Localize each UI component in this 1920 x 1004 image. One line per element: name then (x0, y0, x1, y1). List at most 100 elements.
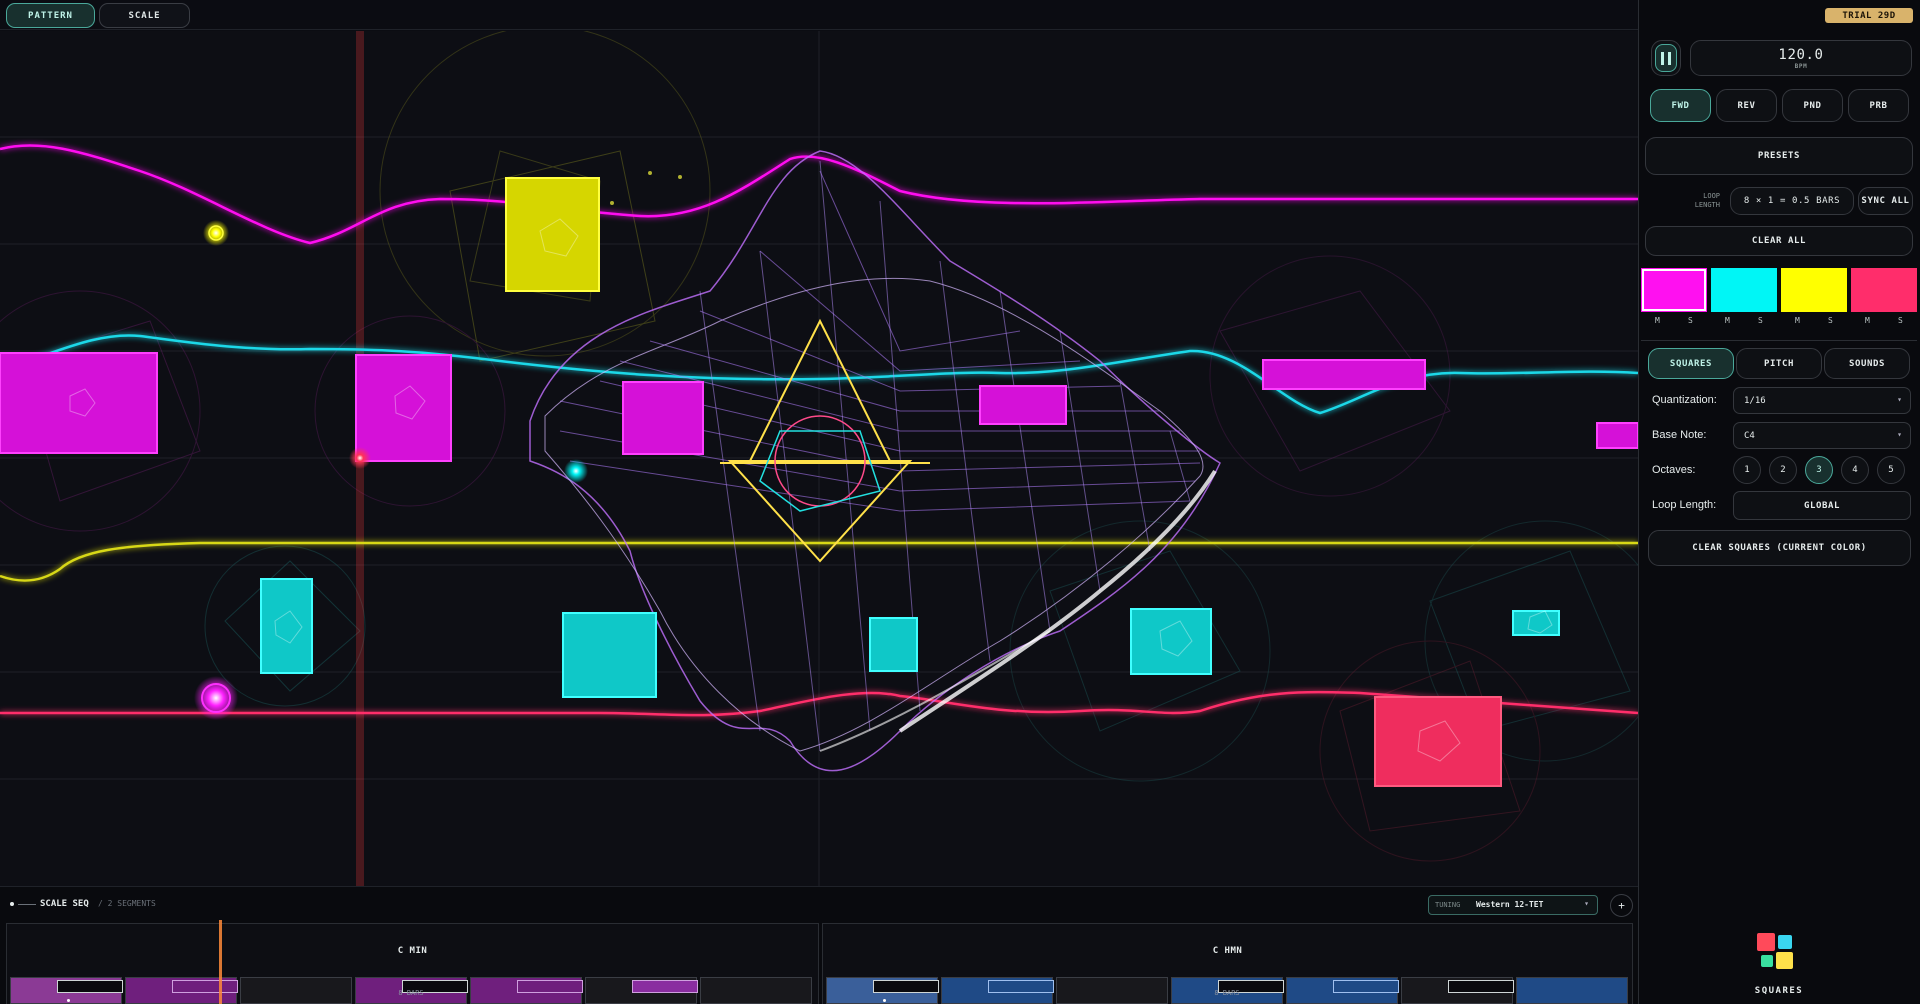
orb-magenta[interactable] (194, 676, 238, 720)
mute-toggle[interactable]: M (1655, 316, 1660, 325)
segment-block[interactable]: 8 BARS (355, 977, 468, 1004)
octaves-label: Octaves: (1652, 464, 1696, 476)
scale-playhead (219, 920, 222, 1004)
octave-option[interactable]: 2 (1769, 456, 1797, 484)
square-cyan[interactable] (869, 617, 918, 672)
segment-block[interactable] (826, 977, 939, 1004)
solo-toggle[interactable]: S (1688, 316, 1693, 325)
pause-button[interactable] (1651, 40, 1681, 76)
bpm-value: 120.0 (1778, 46, 1824, 63)
orb-cyan[interactable] (564, 459, 588, 483)
octave-option[interactable]: 4 (1841, 456, 1869, 484)
square-yellow[interactable] (505, 177, 600, 292)
bpm-unit: BPM (1794, 62, 1808, 70)
square-cyan[interactable] (260, 578, 313, 674)
base-note-value: C4 (1744, 430, 1755, 441)
divider (1641, 340, 1917, 341)
segment-block[interactable] (470, 977, 583, 1004)
mute-toggle[interactable]: M (1865, 316, 1870, 325)
square-magenta[interactable] (1262, 359, 1426, 390)
tab-pitch[interactable]: PITCH (1736, 348, 1822, 379)
scale-seq-dash (18, 904, 36, 905)
quantization-value: 1/16 (1744, 395, 1766, 406)
tab-squares[interactable]: SQUARES (1648, 348, 1734, 379)
square-magenta[interactable] (0, 352, 158, 454)
segment-block[interactable] (941, 977, 1054, 1004)
clear-squares-button[interactable]: CLEAR SQUARES (CURRENT COLOR) (1648, 530, 1911, 566)
scale-seq-title: SCALE SEQ (40, 899, 89, 909)
visualizer-svg[interactable] (0, 31, 1638, 886)
pause-icon (1661, 51, 1671, 65)
square-cyan[interactable] (562, 612, 657, 698)
top-bar: PATTERN SCALE (0, 0, 1638, 30)
square-magenta[interactable] (355, 354, 452, 462)
color-swatch-red[interactable] (1851, 268, 1917, 312)
segment-c-min[interactable]: C MIN 8 BARS (6, 920, 819, 1004)
orb-red[interactable] (349, 447, 371, 469)
chevron-down-icon: ▾ (1584, 899, 1589, 908)
square-magenta[interactable] (979, 385, 1067, 425)
segment-block[interactable] (1401, 977, 1514, 1004)
loop-length-label: LOOP LENGTH (1694, 192, 1720, 209)
solo-toggle[interactable]: S (1898, 316, 1903, 325)
particles (610, 171, 682, 205)
tab-scale[interactable]: SCALE (99, 3, 190, 28)
clear-all-button[interactable]: CLEAR ALL (1645, 226, 1913, 256)
segment-block[interactable] (1516, 977, 1628, 1004)
scale-seq-panel: SCALE SEQ / 2 SEGMENTS TUNING Western 12… (0, 886, 1638, 1004)
segment-block[interactable] (10, 977, 123, 1004)
orb-yellow[interactable] (203, 220, 229, 246)
square-magenta[interactable] (1596, 422, 1638, 449)
segment-block[interactable]: 8 BARS (1171, 977, 1284, 1004)
tab-sounds[interactable]: SOUNDS (1824, 348, 1910, 379)
sync-all-button[interactable]: SYNC ALL (1858, 187, 1913, 215)
logo-text: SQUARES (1754, 986, 1804, 996)
segment-block[interactable] (1056, 977, 1168, 1004)
squares-logo-icon (1757, 931, 1797, 971)
octave-option[interactable]: 1 (1733, 456, 1761, 484)
segment-bars: 8 BARS (398, 989, 424, 997)
tuning-label: TUNING (1435, 901, 1461, 909)
orbs (194, 220, 588, 720)
segment-bars: 8 BARS (1214, 989, 1240, 997)
quantization-select[interactable]: 1/16 ▾ (1733, 387, 1911, 414)
segment-block[interactable] (240, 977, 352, 1004)
segment-name: C HMN (1212, 946, 1243, 956)
segment-name: C MIN (397, 946, 428, 956)
loop-length-label: Loop Length: (1652, 499, 1717, 511)
segment-block[interactable] (1286, 977, 1399, 1004)
direction-rev-button[interactable]: REV (1716, 89, 1777, 122)
square-cyan[interactable] (1130, 608, 1212, 675)
chevron-down-icon: ▾ (1897, 395, 1902, 404)
tab-pattern[interactable]: PATTERN (6, 3, 95, 28)
direction-prb-button[interactable]: PRB (1848, 89, 1909, 122)
base-note-select[interactable]: C4 ▾ (1733, 422, 1911, 449)
mute-toggle[interactable]: M (1725, 316, 1730, 325)
trial-badge[interactable]: TRIAL 29D (1825, 8, 1913, 23)
segment-block[interactable] (585, 977, 698, 1004)
scale-seq-count: / 2 SEGMENTS (98, 899, 156, 908)
solo-toggle[interactable]: S (1828, 316, 1833, 325)
octave-option[interactable]: 5 (1877, 456, 1905, 484)
segment-c-hmn[interactable]: C HMN 8 BARS (822, 923, 1633, 1004)
chevron-down-icon: ▾ (1897, 430, 1902, 439)
add-segment-button[interactable]: + (1610, 894, 1633, 917)
color-swatch-yellow[interactable] (1781, 268, 1847, 312)
pattern-canvas[interactable] (0, 31, 1638, 886)
solo-toggle[interactable]: S (1758, 316, 1763, 325)
direction-fwd-button[interactable]: FWD (1650, 89, 1711, 122)
square-magenta[interactable] (622, 381, 704, 455)
presets-button[interactable]: PRESETS (1645, 137, 1913, 175)
loop-length-select[interactable]: 8 × 1 = 0.5 BARS (1730, 187, 1854, 215)
tuning-select[interactable]: TUNING Western 12-TET ▾ (1428, 895, 1598, 915)
segment-block[interactable] (700, 977, 812, 1004)
color-swatch-cyan[interactable] (1711, 268, 1777, 312)
direction-pnd-button[interactable]: PND (1782, 89, 1843, 122)
square-red[interactable] (1374, 696, 1502, 787)
color-swatch-magenta[interactable] (1641, 268, 1707, 312)
scale-seq-dot (10, 902, 14, 906)
mute-toggle[interactable]: M (1795, 316, 1800, 325)
loop-length-global-button[interactable]: GLOBAL (1733, 491, 1911, 520)
bpm-display[interactable]: 120.0 BPM (1690, 40, 1912, 76)
octave-option[interactable]: 3 (1805, 456, 1833, 484)
